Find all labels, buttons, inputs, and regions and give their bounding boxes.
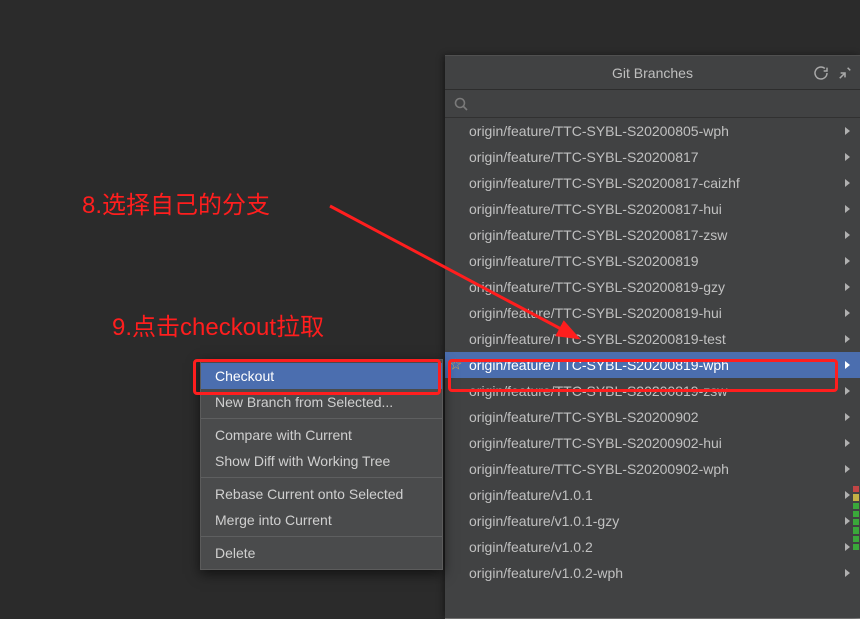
branch-item[interactable]: origin/feature/TTC-SYBL-S20200819-hui: [445, 300, 860, 326]
chevron-right-icon: [845, 335, 850, 343]
branch-item[interactable]: origin/feature/TTC-SYBL-S20200819-gzy: [445, 274, 860, 300]
context-menu-item[interactable]: Delete: [201, 540, 442, 566]
chevron-right-icon: [845, 543, 850, 551]
branch-label: origin/feature/TTC-SYBL-S20200819-gzy: [469, 279, 725, 295]
chevron-right-icon: [845, 205, 850, 213]
branch-item[interactable]: origin/feature/TTC-SYBL-S20200902-hui: [445, 430, 860, 456]
search-row: [445, 90, 860, 118]
context-menu-item[interactable]: Checkout: [201, 363, 442, 389]
branch-context-menu: CheckoutNew Branch from Selected... Compa…: [200, 359, 443, 570]
context-menu-item[interactable]: Show Diff with Working Tree: [201, 448, 442, 474]
branch-item[interactable]: origin/feature/TTC-SYBL-S20200902: [445, 404, 860, 430]
branch-label: origin/feature/TTC-SYBL-S20200819-test: [469, 331, 726, 347]
branch-item[interactable]: origin/feature/TTC-SYBL-S20200817: [445, 144, 860, 170]
meter-bar: [853, 527, 859, 533]
branch-label: origin/feature/v1.0.2: [469, 539, 593, 555]
branch-item[interactable]: origin/feature/TTC-SYBL-S20200817-caizhf: [445, 170, 860, 196]
chevron-right-icon: [845, 179, 850, 187]
popup-header: Git Branches: [445, 56, 860, 90]
chevron-right-icon: [845, 361, 850, 369]
chevron-right-icon: [845, 387, 850, 395]
meter-bar: [853, 544, 859, 550]
branch-label: origin/feature/TTC-SYBL-S20200819-hui: [469, 305, 722, 321]
branch-item[interactable]: origin/feature/v1.0.2-wph: [445, 560, 860, 586]
menu-separator: [201, 418, 442, 419]
search-icon: [453, 96, 469, 112]
branch-label: origin/feature/TTC-SYBL-S20200902: [469, 409, 699, 425]
branch-label: origin/feature/TTC-SYBL-S20200817-caizhf: [469, 175, 740, 191]
chevron-right-icon: [845, 491, 850, 499]
chevron-right-icon: [845, 127, 850, 135]
branch-item[interactable]: origin/feature/v1.0.1: [445, 482, 860, 508]
branch-item[interactable]: origin/feature/TTC-SYBL-S20200805-wph: [445, 118, 860, 144]
branch-item[interactable]: origin/feature/TTC-SYBL-S20200817-hui: [445, 196, 860, 222]
branch-label: origin/feature/TTC-SYBL-S20200902-wph: [469, 461, 729, 477]
star-icon: ☆: [449, 358, 462, 373]
branch-label: origin/feature/TTC-SYBL-S20200902-hui: [469, 435, 722, 451]
collapse-icon[interactable]: [836, 64, 854, 82]
branch-label: origin/feature/TTC-SYBL-S20200819-zsw: [469, 383, 727, 399]
chevron-right-icon: [845, 517, 850, 525]
meter-bar: [853, 519, 859, 525]
branch-label: origin/feature/TTC-SYBL-S20200817-hui: [469, 201, 722, 217]
meter-bar: [853, 503, 859, 509]
branch-label: origin/feature/v1.0.2-wph: [469, 565, 623, 581]
chevron-right-icon: [845, 153, 850, 161]
context-menu-item[interactable]: Rebase Current onto Selected: [201, 481, 442, 507]
menu-separator: [201, 536, 442, 537]
branch-item[interactable]: ☆ origin/feature/TTC-SYBL-S20200819-wph: [445, 352, 860, 378]
meter-bar: [853, 494, 859, 500]
branch-label: origin/feature/TTC-SYBL-S20200819-wph: [469, 357, 729, 373]
branch-label: origin/feature/TTC-SYBL-S20200817-zsw: [469, 227, 727, 243]
branch-item[interactable]: origin/feature/TTC-SYBL-S20200819-test: [445, 326, 860, 352]
search-input[interactable]: [475, 96, 852, 111]
branch-label: origin/feature/v1.0.1: [469, 487, 593, 503]
chevron-right-icon: [845, 439, 850, 447]
refresh-icon[interactable]: [812, 64, 830, 82]
branch-list: origin/feature/TTC-SYBL-S20200805-wph ori…: [445, 118, 860, 618]
chevron-right-icon: [845, 231, 850, 239]
meter-bar: [853, 536, 859, 542]
header-icons: [812, 56, 854, 90]
branch-item[interactable]: origin/feature/TTC-SYBL-S20200819-zsw: [445, 378, 860, 404]
chevron-right-icon: [845, 257, 850, 265]
chevron-right-icon: [845, 465, 850, 473]
branch-label: origin/feature/TTC-SYBL-S20200819: [469, 253, 699, 269]
branch-item[interactable]: origin/feature/TTC-SYBL-S20200902-wph: [445, 456, 860, 482]
annotation-step8: 8.选择自己的分支: [82, 185, 270, 220]
context-menu-item[interactable]: New Branch from Selected...: [201, 389, 442, 415]
branch-label: origin/feature/TTC-SYBL-S20200805-wph: [469, 123, 729, 139]
popup-title: Git Branches: [445, 65, 860, 81]
branch-item[interactable]: origin/feature/v1.0.1-gzy: [445, 508, 860, 534]
chevron-right-icon: [845, 309, 850, 317]
branch-label: origin/feature/TTC-SYBL-S20200817: [469, 149, 699, 165]
chevron-right-icon: [845, 569, 850, 577]
chevron-right-icon: [845, 413, 850, 421]
menu-separator: [201, 477, 442, 478]
context-menu-item[interactable]: Merge into Current: [201, 507, 442, 533]
branch-item[interactable]: origin/feature/v1.0.2: [445, 534, 860, 560]
git-branches-popup: Git Branches origin/feature/TTC-SYBL-S20…: [445, 55, 860, 618]
chevron-right-icon: [845, 283, 850, 291]
branch-item[interactable]: origin/feature/TTC-SYBL-S20200817-zsw: [445, 222, 860, 248]
context-menu-item[interactable]: Compare with Current: [201, 422, 442, 448]
branch-item[interactable]: origin/feature/TTC-SYBL-S20200819: [445, 248, 860, 274]
meter-bar: [853, 511, 859, 517]
annotation-step9: 9.点击checkout拉取: [112, 307, 324, 342]
meter-bar: [853, 486, 859, 492]
indicator-meter: [852, 484, 860, 552]
branch-label: origin/feature/v1.0.1-gzy: [469, 513, 619, 529]
